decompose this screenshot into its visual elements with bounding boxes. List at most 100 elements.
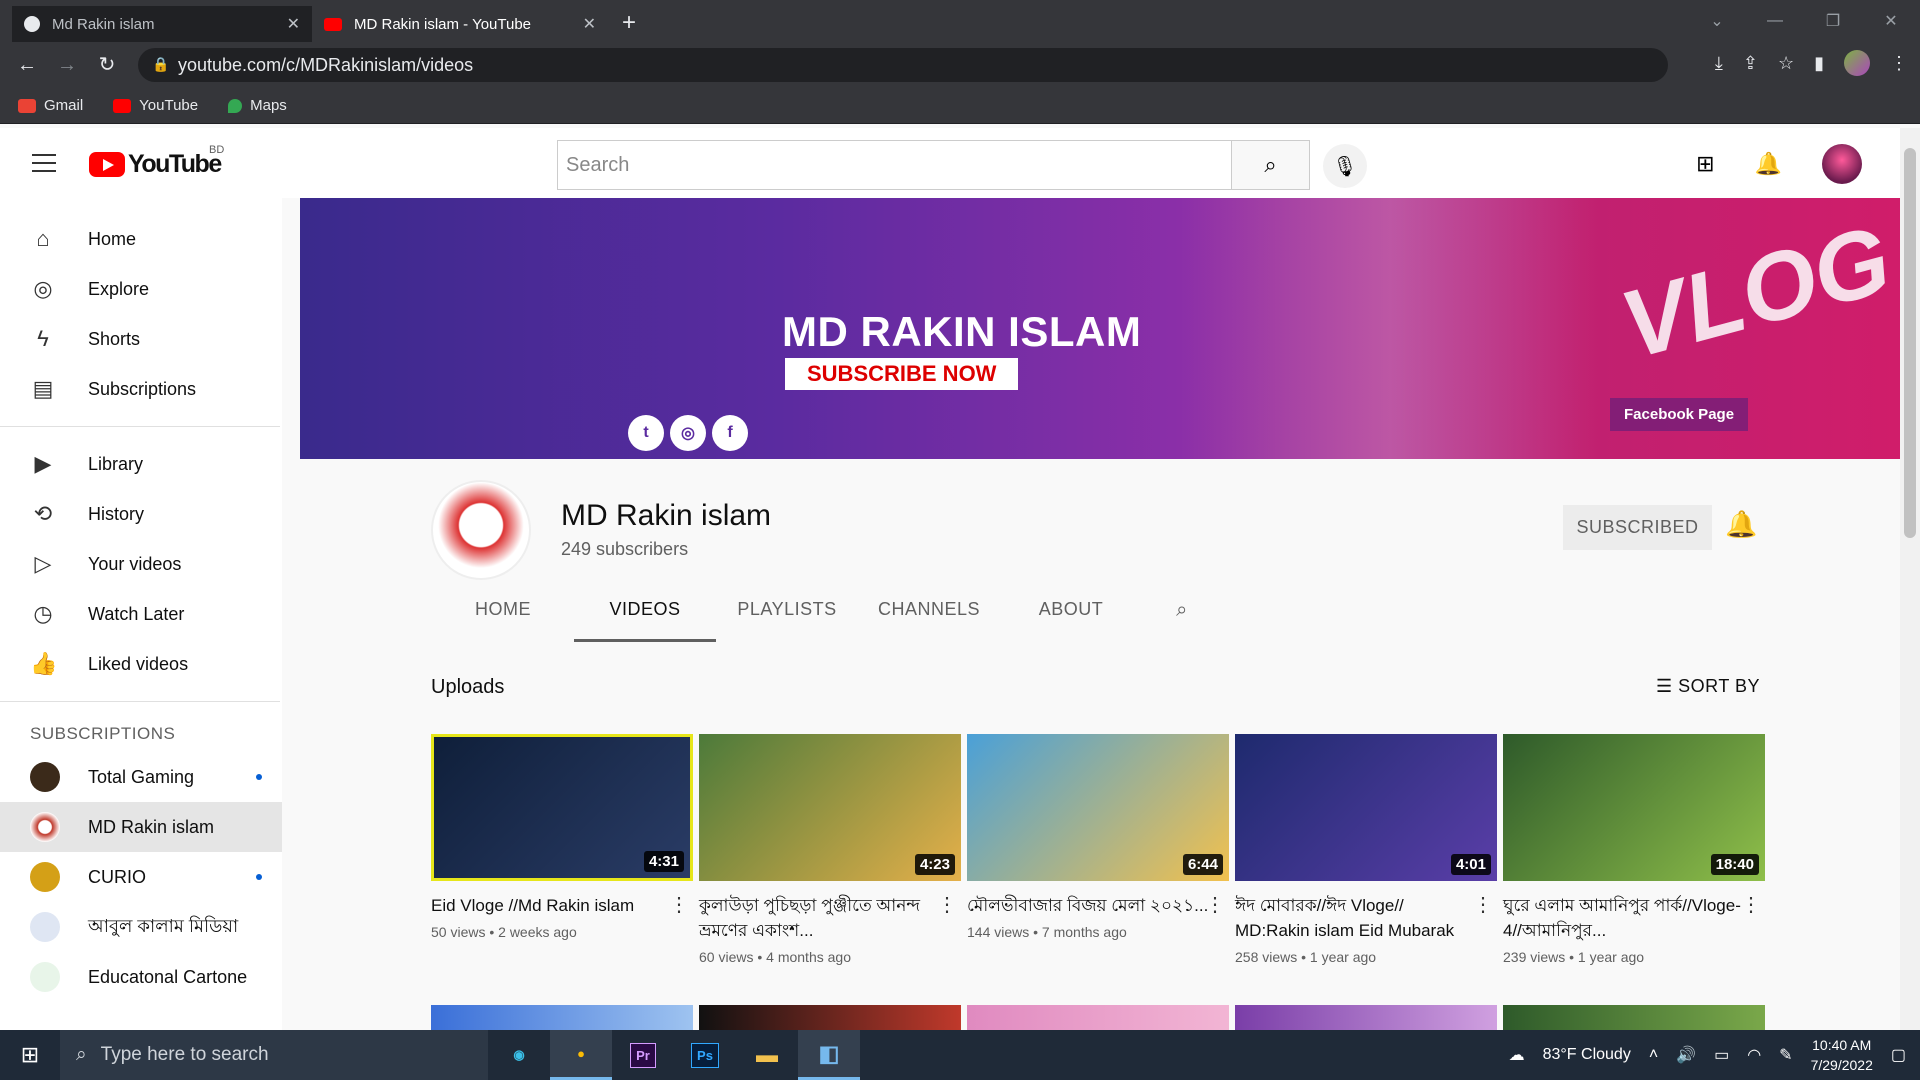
browser-tab-active[interactable]: MD Rakin islam - YouTube ✕ xyxy=(312,6,608,42)
volume-icon[interactable]: 🔊 xyxy=(1676,1045,1696,1065)
sidebar-item-history[interactable]: ⟲ History xyxy=(0,489,282,539)
notifications-center-icon[interactable]: ▢ xyxy=(1891,1045,1906,1065)
taskbar-search[interactable]: ⌕ Type here to search xyxy=(60,1030,488,1080)
close-tab-icon[interactable]: ✕ xyxy=(287,14,300,34)
more-options-icon[interactable]: ⋮ xyxy=(669,893,689,918)
sidebar-item-library[interactable]: ▶ Library xyxy=(0,439,282,489)
menu-icon[interactable]: ⋮ xyxy=(1890,53,1908,74)
subscription-item-active[interactable]: MD Rakin islam xyxy=(0,802,282,852)
hamburger-menu-icon[interactable] xyxy=(32,154,56,178)
sort-by-button[interactable]: ☰ SORT BY xyxy=(1656,676,1760,697)
video-thumbnail[interactable]: 6:44 xyxy=(967,734,1229,881)
tab-search-icon[interactable]: ⌄ xyxy=(1688,11,1746,31)
pen-icon[interactable]: ✎ xyxy=(1779,1045,1792,1065)
sidebar-item-your-videos[interactable]: ▷ Your videos xyxy=(0,539,282,589)
more-options-icon[interactable]: ⋮ xyxy=(937,893,957,918)
edge-icon[interactable]: ◉ xyxy=(488,1030,550,1080)
video-thumbnail[interactable]: 4:01 xyxy=(1235,734,1497,881)
scrollbar-thumb[interactable] xyxy=(1904,148,1916,538)
more-options-icon[interactable]: ⋮ xyxy=(1741,893,1761,918)
video-card[interactable]: 18:40 ঘুরে এলাম আমানিপুর পার্ক//Vloge-4/… xyxy=(1503,734,1765,965)
sidebar-item-subscriptions[interactable]: ▤ Subscriptions xyxy=(0,364,282,414)
search-input[interactable]: Search xyxy=(557,140,1232,190)
notifications-icon[interactable]: 🔔 xyxy=(1755,151,1782,177)
video-title[interactable]: মৌলভীবাজার বিজয় মেলা ২০২১... ⋮ xyxy=(967,893,1229,918)
clock[interactable]: 10:40 AM 7/29/2022 xyxy=(1811,1035,1873,1075)
tab-videos[interactable]: VIDEOS xyxy=(574,583,716,642)
video-thumbnail[interactable]: 4:23 xyxy=(699,734,961,881)
close-window-button[interactable]: ✕ xyxy=(1862,11,1920,31)
sidebar-item-shorts[interactable]: ϟ Shorts xyxy=(0,314,282,364)
install-icon[interactable]: ⤓ xyxy=(1715,53,1723,74)
app-icon[interactable]: ◧ xyxy=(798,1030,860,1080)
tab-channels[interactable]: CHANNELS xyxy=(858,583,1000,642)
lock-icon[interactable]: 🔒 xyxy=(152,56,169,73)
battery-icon[interactable]: ▭ xyxy=(1714,1045,1729,1065)
video-title[interactable]: কুলাউড়া পুচিছড়া পুঞ্জীতে আনন্দ ভ্রমণের… xyxy=(699,893,961,943)
sidebar-item-watch-later[interactable]: ◷ Watch Later xyxy=(0,589,282,639)
side-panel-icon[interactable]: ▮ xyxy=(1814,53,1824,74)
page-scrollbar[interactable] xyxy=(1900,128,1920,1030)
back-button[interactable]: ← xyxy=(12,50,42,80)
address-bar[interactable]: 🔒 youtube.com/c/MDRakinislam/videos xyxy=(138,48,1668,82)
video-title[interactable]: ঘুরে এলাম আমানিপুর পার্ক//Vloge-4//আমানি… xyxy=(1503,893,1765,943)
more-options-icon[interactable]: ⋮ xyxy=(1473,893,1493,918)
voice-search-button[interactable]: 🎙 xyxy=(1323,144,1367,188)
browser-tab[interactable]: Md Rakin islam ✕ xyxy=(12,6,312,42)
uploads-heading[interactable]: Uploads xyxy=(431,676,504,699)
subscribed-button[interactable]: SUBSCRIBED xyxy=(1563,505,1712,550)
subscription-item[interactable]: Total Gaming xyxy=(0,752,282,802)
more-options-icon[interactable]: ⋮ xyxy=(1205,893,1225,918)
bookmark-gmail[interactable]: Gmail xyxy=(18,97,83,114)
video-thumbnail[interactable]: 18:40 xyxy=(1503,734,1765,881)
new-tab-button[interactable]: + xyxy=(622,9,636,37)
tab-about[interactable]: ABOUT xyxy=(1000,583,1142,642)
bookmark-star-icon[interactable]: ☆ xyxy=(1778,53,1794,74)
wifi-icon[interactable]: ◠ xyxy=(1747,1045,1761,1065)
notification-bell-icon[interactable]: 🔔 xyxy=(1725,509,1757,540)
chrome-icon[interactable]: ● xyxy=(550,1030,612,1080)
windows-start-icon[interactable]: ⊞ xyxy=(0,1030,60,1080)
bookmark-maps[interactable]: Maps xyxy=(228,97,287,114)
search-button[interactable]: ⌕ xyxy=(1231,140,1310,190)
reload-button[interactable]: ↻ xyxy=(92,50,122,80)
video-thumbnail[interactable] xyxy=(431,1005,693,1030)
tab-home[interactable]: HOME xyxy=(432,583,574,642)
video-title-text: Eid Vloge //Md Rakin islam xyxy=(431,896,635,915)
video-thumbnail[interactable]: 4:31 xyxy=(431,734,693,881)
minimize-button[interactable]: — xyxy=(1746,12,1804,30)
sidebar-item-explore[interactable]: ◎ Explore xyxy=(0,264,282,314)
bookmark-youtube[interactable]: YouTube xyxy=(113,97,198,114)
video-thumbnail[interactable] xyxy=(967,1005,1229,1030)
subscription-item[interactable]: Educatonal Cartone xyxy=(0,952,282,1002)
video-thumbnail[interactable] xyxy=(1503,1005,1765,1030)
chevron-up-icon[interactable]: ˄ xyxy=(1649,1046,1658,1064)
youtube-logo[interactable]: YouTube BD xyxy=(89,144,224,179)
video-card[interactable]: 4:23 কুলাউড়া পুচিছড়া পুঞ্জীতে আনন্দ ভ্… xyxy=(699,734,961,965)
video-grid: 4:31 Eid Vloge //Md Rakin islam ⋮ 50 view… xyxy=(431,734,1765,965)
close-tab-icon[interactable]: ✕ xyxy=(583,14,596,34)
share-icon[interactable]: ⇪ xyxy=(1743,53,1758,74)
sidebar-item-home[interactable]: ⌂ Home xyxy=(0,214,282,264)
video-thumbnail[interactable] xyxy=(699,1005,961,1030)
subscription-item[interactable]: আবুল কালাম মিডিয়া xyxy=(0,902,282,952)
forward-button[interactable]: → xyxy=(52,50,82,80)
restore-button[interactable]: ❐ xyxy=(1804,11,1862,31)
video-title[interactable]: ঈদ মোবারক//ঈদ Vloge// MD:Rakin islam Eid… xyxy=(1235,893,1497,943)
weather-text[interactable]: 83°F Cloudy xyxy=(1543,1046,1631,1064)
photoshop-icon[interactable]: Ps xyxy=(674,1030,736,1080)
channel-search-icon[interactable]: ⌕ xyxy=(1142,583,1222,642)
account-avatar[interactable] xyxy=(1822,144,1862,184)
profile-avatar[interactable] xyxy=(1844,50,1870,76)
sidebar-item-liked-videos[interactable]: 👍 Liked videos xyxy=(0,639,282,689)
video-card[interactable]: 6:44 মৌলভীবাজার বিজয় মেলা ২০২১... ⋮ 144 … xyxy=(967,734,1229,965)
tab-playlists[interactable]: PLAYLISTS xyxy=(716,583,858,642)
video-thumbnail[interactable] xyxy=(1235,1005,1497,1030)
create-video-icon[interactable]: ⊞ xyxy=(1696,151,1714,177)
video-title[interactable]: Eid Vloge //Md Rakin islam ⋮ xyxy=(431,893,693,918)
subscription-item[interactable]: CURIO xyxy=(0,852,282,902)
video-card[interactable]: 4:31 Eid Vloge //Md Rakin islam ⋮ 50 view… xyxy=(431,734,693,965)
premiere-icon[interactable]: Pr xyxy=(612,1030,674,1080)
video-card[interactable]: 4:01 ঈদ মোবারক//ঈদ Vloge// MD:Rakin isla… xyxy=(1235,734,1497,965)
file-explorer-icon[interactable]: ▬ xyxy=(736,1030,798,1080)
